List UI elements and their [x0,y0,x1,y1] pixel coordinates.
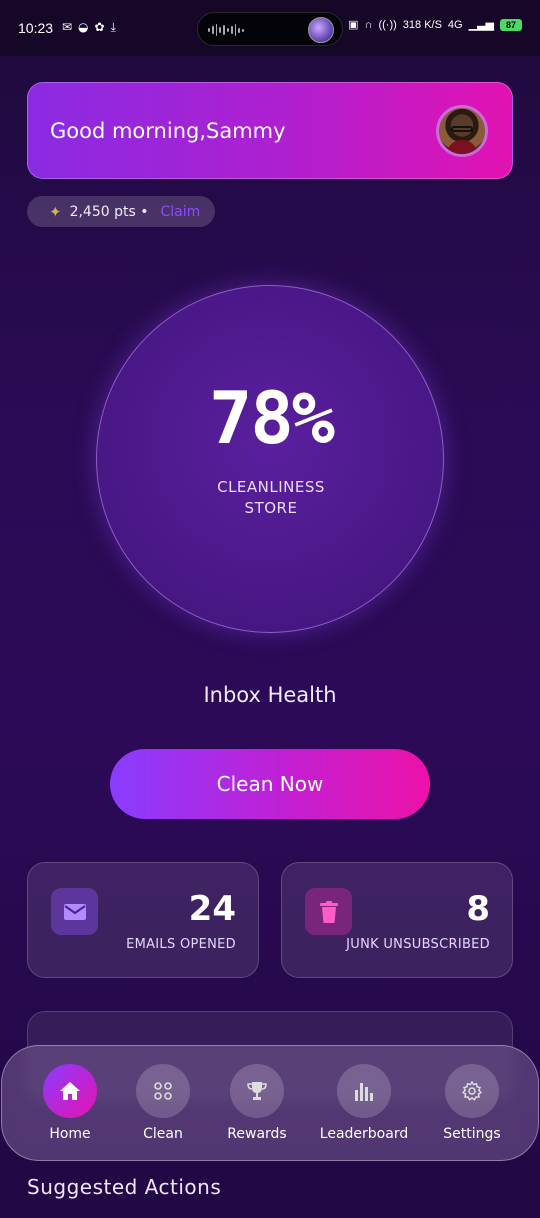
network-speed: 318 K/S [402,18,442,31]
stat-card-junk-unsubscribed[interactable]: 8 JUNK UNSUBSCRIBED [281,862,513,978]
nav-label: Rewards [227,1126,287,1142]
gear-icon [445,1064,499,1118]
status-bar: 10:23 ✉◒✿⤓ ▣ ∩ ((·)) 318 K/S 4G ▁▃▅ 87 [0,0,540,56]
stat-card-emails-opened[interactable]: 24 EMAILS OPENED [27,862,259,978]
stat-label: EMAILS OPENED [126,937,236,952]
trash-icon [305,888,352,935]
inbox-health-title: Inbox Health [203,683,337,707]
points-pill: ✦ 2,450 pts • Claim [27,196,215,227]
hotspot-icon: ((·)) [378,18,397,31]
nav-item-leaderboard[interactable]: Leaderboard [316,1064,412,1142]
nav-label: Leaderboard [319,1126,409,1142]
health-score-ring: 78% CLEANLINESS STORE [96,285,444,633]
signal-icon: ▁▃▅ [468,19,494,31]
headphones-icon: ∩ [364,18,373,31]
media-thumbnail [308,17,334,43]
trophy-icon [230,1064,284,1118]
points-star-icon: ✦ [49,202,62,221]
points-value: 2,450 pts • [69,203,149,220]
health-percent: 78% [208,376,335,460]
notification-icons: ✉◒✿⤓ [62,20,122,34]
greeting-card: Good morning,Sammy [27,82,513,179]
dynamic-island[interactable] [197,12,343,46]
avatar-glasses [451,126,473,132]
greeting-text: Good morning,Sammy [50,119,286,143]
claim-link[interactable]: Claim [161,204,201,220]
nav-item-home[interactable]: Home [22,1064,118,1142]
health-label-line2: STORE [244,499,298,517]
nav-item-rewards[interactable]: Rewards [209,1064,305,1142]
audio-wave-icon [208,23,244,37]
avatar[interactable] [436,105,488,157]
nfc-icon: ▣ [348,19,359,31]
system-indicators: ▣ ∩ ((·)) 318 K/S 4G ▁▃▅ 87 [348,18,522,31]
stat-value: 24 [188,889,236,929]
nav-item-clean[interactable]: Clean [115,1064,211,1142]
nav-item-settings[interactable]: Settings [424,1064,520,1142]
bottom-nav: Home Clean Rewards Leaderboard Settings [1,1045,539,1161]
nav-label: Clean [143,1126,183,1142]
grid-icon [136,1064,190,1118]
status-time: 10:23 [18,20,54,36]
battery-icon: 87 [500,18,522,31]
mail-icon [51,888,98,935]
nav-label: Settings [443,1126,501,1142]
health-score-label: CLEANLINESS STORE [211,477,331,519]
suggested-actions-title: Suggested Actions [27,1175,222,1199]
network-type: 4G [447,18,463,31]
bar-chart-icon [337,1064,391,1118]
clean-now-button[interactable]: Clean Now [110,749,430,819]
stat-value: 8 [466,889,490,929]
health-label-line1: CLEANLINESS [217,478,325,496]
avatar-shirt [447,140,477,154]
stat-label: JUNK UNSUBSCRIBED [346,937,490,952]
home-icon [43,1064,97,1118]
nav-label: Home [49,1126,91,1142]
